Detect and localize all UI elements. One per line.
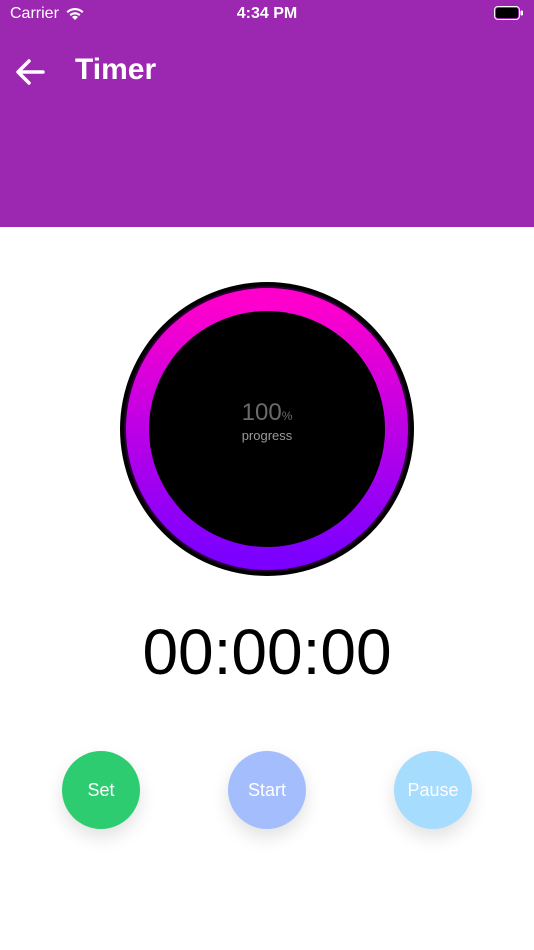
progress-value: 100: [241, 399, 282, 426]
timer-display: 00:00:00: [142, 616, 392, 688]
status-time: 4:34 PM: [236, 5, 298, 22]
set-button[interactable]: Set: [62, 751, 140, 829]
app-header: Carrier 4:34 PM Timer: [0, 0, 534, 227]
progress-percent: 100%: [118, 400, 416, 429]
pause-button[interactable]: Pause: [394, 751, 472, 829]
progress-label: progress: [241, 428, 293, 443]
arrow-left-icon: [16, 59, 45, 85]
progress-unit: %: [281, 409, 293, 423]
back-button[interactable]: [12, 54, 48, 90]
timer-screen: Carrier 4:34 PM Timer 100% progress 00:0…: [0, 0, 534, 950]
page-title: Timer: [75, 53, 157, 86]
timer-controls: Set Start Pause: [0, 751, 534, 829]
start-button[interactable]: Start: [228, 751, 306, 829]
status-bar: Carrier 4:34 PM: [0, 0, 534, 28]
battery-icon: [494, 6, 523, 20]
toolbar: Timer: [0, 48, 534, 94]
progress-readout: 100% progress: [118, 400, 416, 443]
circular-progress: 100% progress: [118, 280, 416, 578]
